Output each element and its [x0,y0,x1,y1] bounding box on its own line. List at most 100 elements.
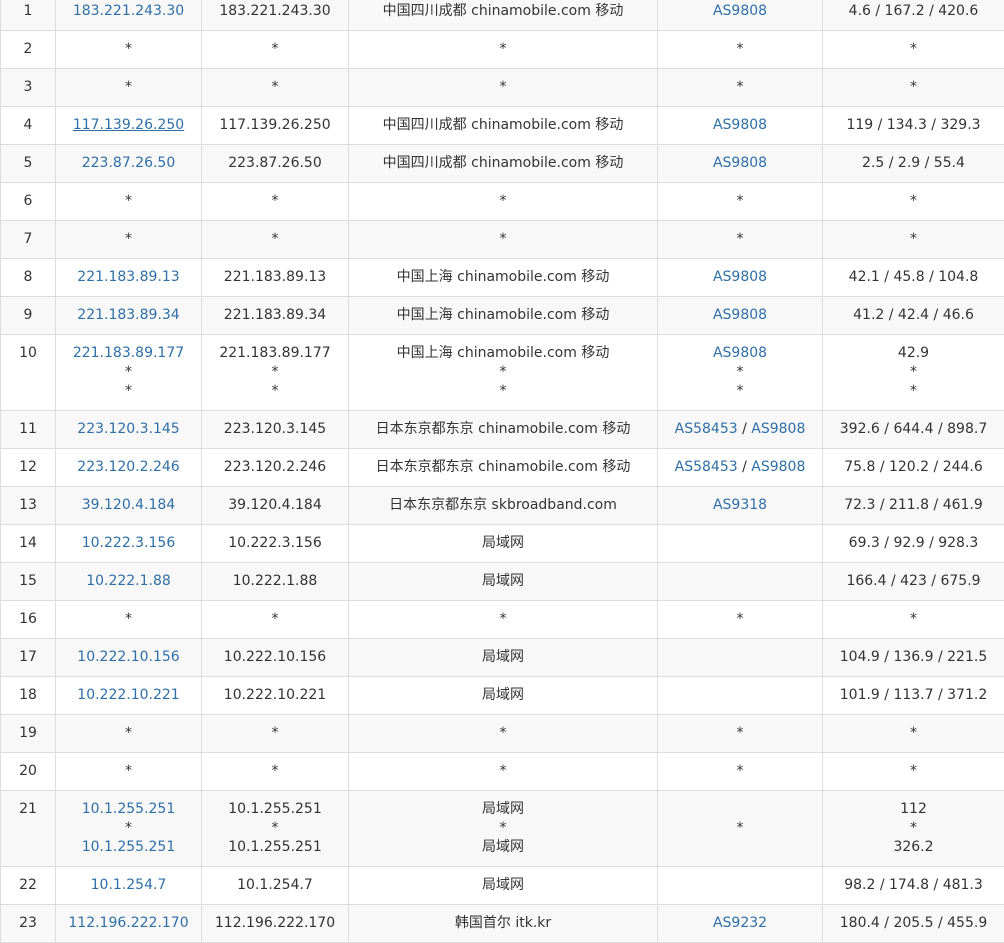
ip-link[interactable]: 183.221.243.30 [60,2,197,21]
latency-cell: 98.2 / 174.8 / 481.3 [823,867,1004,905]
ip-link-cell: 183.221.243.30 [56,0,202,31]
hop-number: 23 [1,905,56,943]
hop-number: 21 [1,791,56,867]
hop-row: 1339.120.4.18439.120.4.184日本东京都东京 skbroa… [1,487,1004,525]
ip-link-cell: 10.1.255.251*10.1.255.251 [56,791,202,867]
hop-row: 1410.222.3.15610.222.3.156局域网69.3 / 92.9… [1,525,1004,563]
location-cell: 日本东京都东京 skbroadband.com [349,487,658,525]
location-text: 日本东京都东京 chinamobile.com 移动 [353,420,653,439]
ip-cell: 221.183.89.177** [202,335,349,411]
asn-link[interactable]: AS9808 [713,155,767,171]
asn-line [662,572,818,591]
ip-link[interactable]: 112.196.222.170 [60,914,197,933]
latency-value: 104.9 / 136.9 / 221.5 [827,648,1000,667]
hop-number: 20 [1,753,56,791]
ip-cell: * [202,221,349,259]
asn-link[interactable]: AS9232 [713,915,767,931]
latency-value: 41.2 / 42.4 / 46.6 [827,306,1000,325]
ip-link[interactable]: 221.183.89.177 [60,344,197,363]
location-cell: * [349,753,658,791]
ip-address: 221.183.89.34 [206,306,344,325]
ip-link[interactable]: 10.222.1.88 [60,572,197,591]
asn-link[interactable]: AS9808 [713,307,767,323]
ip-link[interactable]: 10.222.10.221 [60,686,197,705]
ip-link[interactable]: 223.120.3.145 [60,420,197,439]
latency-value: 392.6 / 644.4 / 898.7 [827,420,1000,439]
ip-link[interactable]: 221.183.89.13 [60,268,197,287]
asn-line [662,686,818,705]
asn-link[interactable]: AS9808 [751,421,805,437]
asn-link[interactable]: AS9318 [713,497,767,513]
asn-link[interactable]: AS9808 [713,345,767,361]
location-cell: 韩国首尔 itk.kr [349,905,658,943]
location-cell: 日本东京都东京 chinamobile.com 移动 [349,411,658,449]
ip-link-cell: * [56,69,202,107]
hop-row: 23112.196.222.170112.196.222.170韩国首尔 itk… [1,905,1004,943]
timeout-marker: * [737,611,744,627]
asn-line: AS9808 [662,154,818,173]
ip-cell: 10.222.10.221 [202,677,349,715]
ip-link[interactable]: 10.222.3.156 [60,534,197,553]
timeout-marker: * [827,819,1000,838]
hop-number: 16 [1,601,56,639]
ip-address: 39.120.4.184 [206,496,344,515]
asn-link[interactable]: AS9808 [751,459,805,475]
location-cell: 局域网 [349,639,658,677]
timeout-marker: * [206,40,344,59]
ip-link[interactable]: 117.139.26.250 [60,116,197,135]
latency-cell: * [823,183,1004,221]
latency-value: 326.2 [827,838,1000,857]
asn-cell [658,867,823,905]
asn-link[interactable]: AS9808 [713,3,767,19]
timeout-marker: * [827,363,1000,382]
ip-link[interactable]: 223.87.26.50 [60,154,197,173]
ip-address: 10.1.255.251 [206,838,344,857]
ip-link-cell: 223.120.2.246 [56,449,202,487]
ip-link[interactable]: 39.120.4.184 [60,496,197,515]
asn-link[interactable]: AS9808 [713,117,767,133]
hop-number: 4 [1,107,56,145]
timeout-marker: * [353,78,653,97]
asn-cell: AS9232 [658,905,823,943]
location-cell: 中国四川成都 chinamobile.com 移动 [349,145,658,183]
ip-cell: 221.183.89.13 [202,259,349,297]
latency-value: 69.3 / 92.9 / 928.3 [827,534,1000,553]
location-cell: * [349,601,658,639]
timeout-marker: * [737,193,744,209]
traceroute-table-body: 1183.221.243.30183.221.243.30中国四川成都 chin… [1,0,1004,943]
timeout-marker: * [206,78,344,97]
latency-value: 98.2 / 174.8 / 481.3 [827,876,1000,895]
asn-line: AS9808 [662,2,818,21]
ip-link[interactable]: 10.1.255.251 [60,800,197,819]
location-cell: 中国上海 chinamobile.com 移动** [349,335,658,411]
ip-cell: 221.183.89.34 [202,297,349,335]
asn-line: * [662,762,818,781]
ip-address: 10.222.10.156 [206,648,344,667]
location-text: 日本东京都东京 skbroadband.com [353,496,653,515]
hop-number: 12 [1,449,56,487]
ip-link[interactable]: 10.1.254.7 [60,876,197,895]
asn-link[interactable]: AS58453 [675,421,738,437]
timeout-marker: * [737,725,744,741]
ip-link[interactable]: 10.1.255.251 [60,838,197,857]
asn-link[interactable]: AS58453 [675,459,738,475]
location-cell: 中国上海 chinamobile.com 移动 [349,297,658,335]
asn-line: * [662,230,818,249]
ip-link[interactable]: 10.222.10.156 [60,648,197,667]
ip-link[interactable]: 223.120.2.246 [60,458,197,477]
ip-address: 10.222.3.156 [206,534,344,553]
ip-link-cell: 221.183.89.13 [56,259,202,297]
latency-value: 2.5 / 2.9 / 55.4 [827,154,1000,173]
latency-value: 119 / 134.3 / 329.3 [827,116,1000,135]
asn-line: * [662,610,818,629]
ip-link-cell: * [56,601,202,639]
asn-link[interactable]: AS9808 [713,269,767,285]
asn-line: AS9808 [662,306,818,325]
ip-address: 221.183.89.177 [206,344,344,363]
ip-link[interactable]: 221.183.89.34 [60,306,197,325]
location-text: 中国上海 chinamobile.com 移动 [353,306,653,325]
timeout-marker: * [206,382,344,401]
location-cell: 局域网 [349,563,658,601]
ip-link-cell: 221.183.89.177** [56,335,202,411]
timeout-marker: * [737,820,744,836]
